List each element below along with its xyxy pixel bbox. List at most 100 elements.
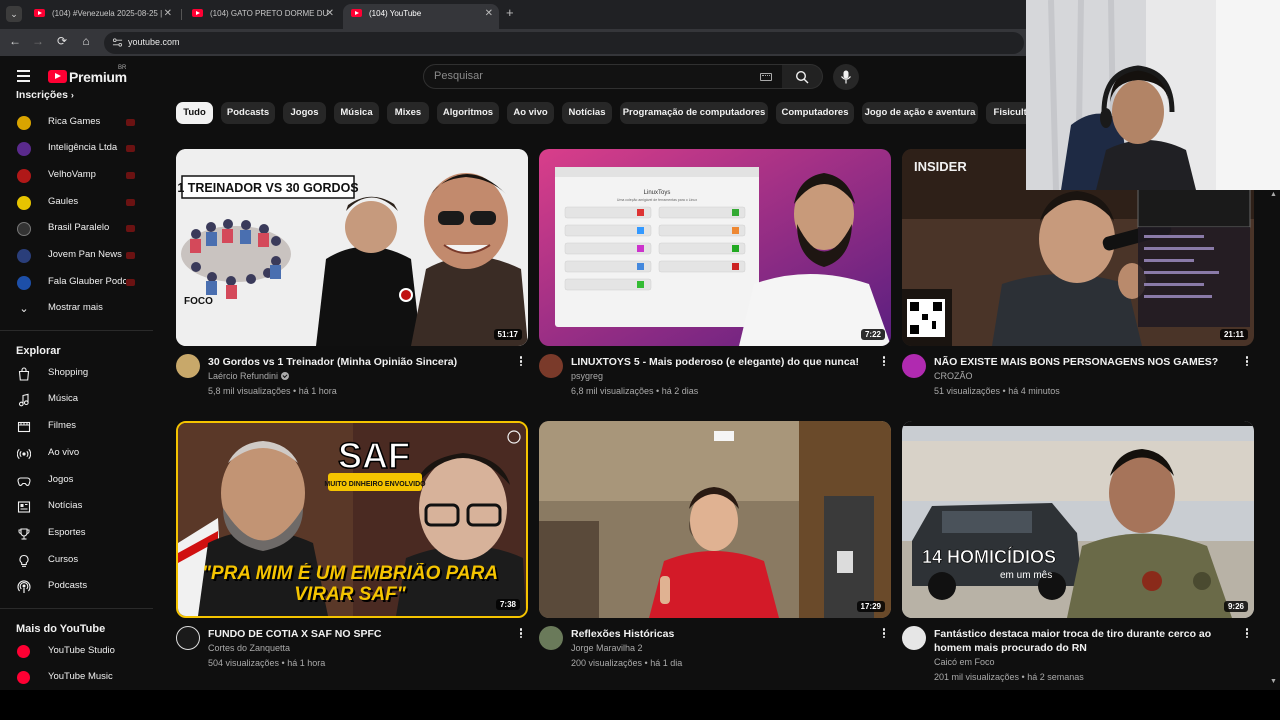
video-card[interactable]: SAF MUITO DINHEIRO ENVOLVIDO "PRA MIM É … xyxy=(176,421,528,686)
video-title[interactable]: LINUXTOYS 5 - Mais poderoso (e elegante)… xyxy=(571,355,877,369)
chip-computadores[interactable]: Computadores xyxy=(776,102,854,124)
back-arrow-icon[interactable]: ← xyxy=(8,34,22,48)
sidebar-item-fala-glauber[interactable]: Fala Glauber Podcast xyxy=(0,271,150,295)
browser-tab[interactable]: (104) #Venezuela 2025-08-25 | ✕ xyxy=(26,4,178,29)
chip-musica[interactable]: Música xyxy=(334,102,379,124)
sidebar-item-gaules[interactable]: Gaules xyxy=(0,191,150,215)
home-icon[interactable]: ⌂ xyxy=(79,34,93,48)
browser-tab-active[interactable]: (104) YouTube ✕ xyxy=(343,4,499,29)
sidebar-item-rica-games[interactable]: Rica Games xyxy=(0,111,150,135)
live-indicator-icon xyxy=(126,199,135,206)
sidebar-item-musica[interactable]: Música xyxy=(0,388,150,412)
verified-badge-icon xyxy=(281,372,290,380)
sidebar-item-youtube-studio[interactable]: YouTube Studio xyxy=(0,640,150,664)
sidebar-item-label: Jogos xyxy=(48,474,74,485)
video-thumbnail[interactable]: 1 TREINADOR VS 30 GORDOS FOCO 51:17 xyxy=(176,149,528,346)
webcam-image xyxy=(1026,0,1280,190)
channel-avatar[interactable] xyxy=(539,354,563,378)
channel-avatar[interactable] xyxy=(902,354,926,378)
search-input[interactable]: Pesquisar xyxy=(423,64,783,89)
reload-icon[interactable]: ⟳ xyxy=(55,34,69,48)
chip-noticias[interactable]: Notícias xyxy=(562,102,612,124)
scroll-down-arrow-icon[interactable]: ▼ xyxy=(1270,678,1277,685)
voice-search-button[interactable] xyxy=(833,64,859,90)
video-thumbnail[interactable]: SAF MUITO DINHEIRO ENVOLVIDO "PRA MIM É … xyxy=(176,421,528,618)
channel-name[interactable]: Caicó em Foco xyxy=(934,657,995,667)
search-button[interactable] xyxy=(782,64,823,89)
video-title[interactable]: NÃO EXISTE MAIS BONS PERSONAGENS NOS GAM… xyxy=(934,355,1240,369)
chip-tudo[interactable]: Tudo xyxy=(176,102,213,124)
sidebar-item-esportes[interactable]: Esportes xyxy=(0,522,150,546)
microphone-icon xyxy=(841,70,851,84)
more-options-icon[interactable] xyxy=(879,355,889,369)
video-card[interactable]: 14 HOMICÍDIOS em um mês 9:26 Fantástico … xyxy=(902,421,1254,686)
sidebar-item-podcasts[interactable]: Podcasts xyxy=(0,575,150,599)
forward-arrow-icon[interactable]: → xyxy=(31,34,45,48)
more-options-icon[interactable] xyxy=(516,355,526,369)
sidebar-item-shopping[interactable]: Shopping xyxy=(0,362,150,386)
chip-programacao[interactable]: Programação de computadores xyxy=(620,102,768,124)
sidebar-item-jogos[interactable]: Jogos xyxy=(0,469,150,493)
url-text: youtube.com xyxy=(128,37,180,47)
chip-fisiculturismo[interactable]: Fisiculturismo xyxy=(986,102,1028,124)
chip-jogo-acao-aventura[interactable]: Jogo de ação e aventura xyxy=(862,102,978,124)
new-tab-icon[interactable]: + xyxy=(506,5,514,20)
close-tab-icon[interactable]: ✕ xyxy=(164,4,172,23)
video-card[interactable]: 17:29 Reflexões Históricas Jorge Maravil… xyxy=(539,421,891,686)
more-options-icon[interactable] xyxy=(1242,627,1252,641)
keyboard-icon[interactable] xyxy=(760,73,772,81)
channel-avatar[interactable] xyxy=(902,626,926,650)
sidebar-item-noticias[interactable]: Notícias xyxy=(0,495,150,519)
chip-podcasts[interactable]: Podcasts xyxy=(221,102,275,124)
close-tab-icon[interactable]: ✕ xyxy=(485,4,493,23)
chip-ao-vivo[interactable]: Ao vivo xyxy=(507,102,554,124)
sidebar-item-ao-vivo[interactable]: Ao vivo xyxy=(0,442,150,466)
youtube-play-logo-icon xyxy=(48,70,67,83)
chip-algoritmos[interactable]: Algoritmos xyxy=(437,102,499,124)
channel-name[interactable]: Laércio Refundini xyxy=(208,371,290,381)
menu-hamburger-icon[interactable] xyxy=(17,70,30,82)
channel-name[interactable]: CROZÃO xyxy=(934,371,973,381)
thumbnail-image: LinuxToys Uma coleção amigável de ferram… xyxy=(539,149,891,346)
channel-avatar[interactable] xyxy=(539,626,563,650)
video-title[interactable]: Reflexões Históricas xyxy=(571,627,877,641)
sidebar-item-inteligencia-ltda[interactable]: Inteligência Ltda xyxy=(0,137,150,161)
channel-name[interactable]: Cortes do Zanquetta xyxy=(208,643,290,653)
browser-tab[interactable]: (104) GATO PRETO DORME DU ✕ xyxy=(184,4,340,29)
more-options-icon[interactable] xyxy=(516,627,526,641)
site-settings-icon[interactable] xyxy=(112,37,123,48)
tab-search-button[interactable]: ⌄ xyxy=(6,6,22,22)
channel-avatar[interactable] xyxy=(176,354,200,378)
thumbnail-overlay-text: SAF xyxy=(338,435,410,476)
thumbnail-image: 14 HOMICÍDIOS em um mês xyxy=(902,421,1254,618)
more-options-icon[interactable] xyxy=(1242,355,1252,369)
video-title[interactable]: Fantástico destaca maior troca de tiro d… xyxy=(934,627,1240,655)
close-tab-icon[interactable]: ✕ xyxy=(326,4,334,23)
channel-name[interactable]: Jorge Maravilha 2 xyxy=(571,643,643,653)
sidebar-show-more[interactable]: ⌄ Mostrar mais xyxy=(0,297,150,321)
video-card[interactable]: 1 TREINADOR VS 30 GORDOS FOCO 51:17 30 G… xyxy=(176,149,528,399)
video-thumbnail[interactable]: 17:29 xyxy=(539,421,891,618)
address-bar[interactable]: youtube.com xyxy=(104,32,1024,54)
subscriptions-heading[interactable]: Inscrições › xyxy=(16,89,74,101)
sidebar-item-youtube-music[interactable]: YouTube Music xyxy=(0,666,150,690)
channel-avatar[interactable] xyxy=(176,626,200,650)
video-thumbnail[interactable]: LinuxToys Uma coleção amigável de ferram… xyxy=(539,149,891,346)
sidebar-item-cursos[interactable]: Cursos xyxy=(0,549,150,573)
chip-mixes[interactable]: Mixes xyxy=(387,102,429,124)
thumbnail-overlay-text: MUITO DINHEIRO ENVOLVIDO xyxy=(324,481,426,488)
chip-jogos[interactable]: Jogos xyxy=(283,102,326,124)
video-title[interactable]: FUNDO DE COTIA X SAF NO SPFC xyxy=(208,627,514,641)
video-thumbnail[interactable]: 14 HOMICÍDIOS em um mês 9:26 xyxy=(902,421,1254,618)
sidebar-item-jovem-pan-news[interactable]: Jovem Pan News xyxy=(0,244,150,268)
sidebar-item-velhovamp[interactable]: VelhoVamp xyxy=(0,164,150,188)
sidebar-item-label: Brasil Paralelo xyxy=(48,222,110,233)
sidebar-item-brasil-paralelo[interactable]: Brasil Paralelo xyxy=(0,217,150,241)
more-options-icon[interactable] xyxy=(879,627,889,641)
video-title[interactable]: 30 Gordos vs 1 Treinador (Minha Opinião … xyxy=(208,355,514,369)
video-card[interactable]: LinuxToys Uma coleção amigável de ferram… xyxy=(539,149,891,399)
live-indicator-icon xyxy=(126,119,135,126)
channel-name[interactable]: psygreg xyxy=(571,371,603,381)
sidebar-item-filmes[interactable]: Filmes xyxy=(0,415,150,439)
scroll-up-arrow-icon[interactable]: ▲ xyxy=(1270,191,1277,198)
